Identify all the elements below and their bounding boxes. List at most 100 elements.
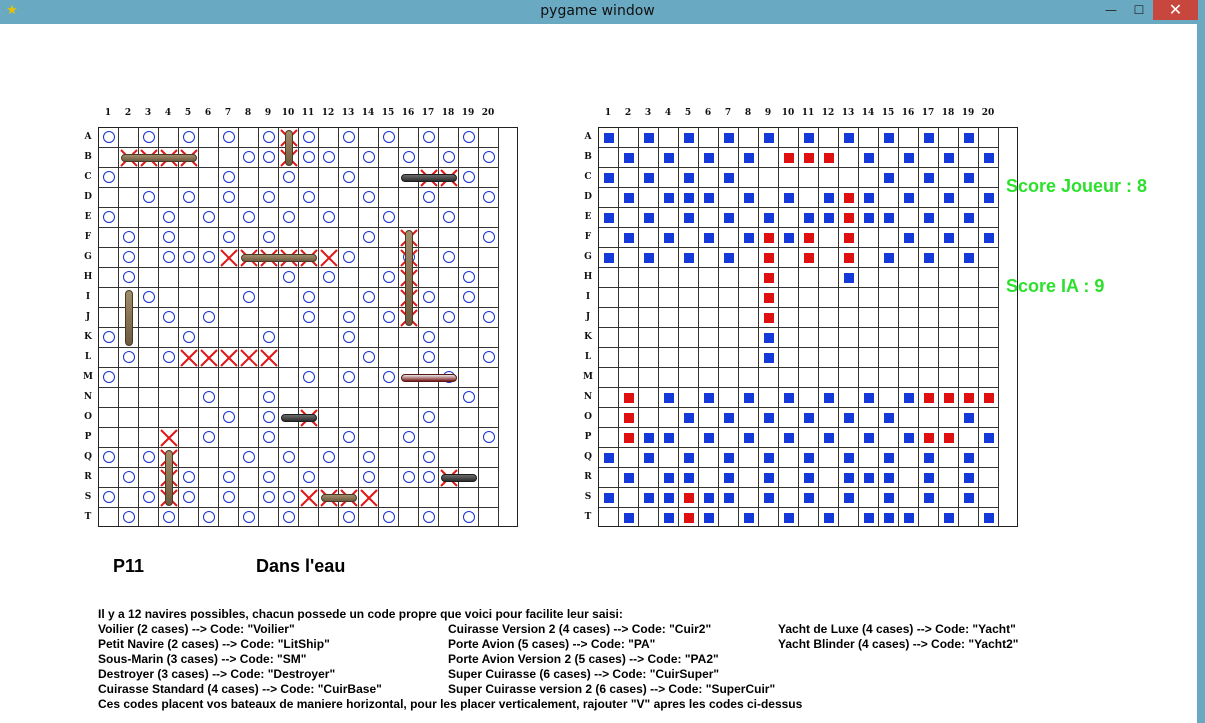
target-cell[interactable] [659,488,679,508]
target-cell[interactable] [599,148,619,168]
target-cell[interactable] [719,308,739,328]
target-cell[interactable] [979,368,999,388]
target-cell[interactable] [939,468,959,488]
target-cell[interactable] [659,328,679,348]
target-cell[interactable] [639,128,659,148]
target-cell[interactable] [779,408,799,428]
target-cell[interactable] [879,428,899,448]
target-cell[interactable] [819,128,839,148]
target-cell[interactable] [839,508,859,526]
target-cell[interactable] [839,448,859,468]
target-cell[interactable] [939,308,959,328]
target-cell[interactable] [719,148,739,168]
target-cell[interactable] [979,308,999,328]
target-cell[interactable] [719,168,739,188]
target-cell[interactable] [879,328,899,348]
target-cell[interactable] [659,148,679,168]
target-cell[interactable] [719,428,739,448]
target-cell[interactable] [619,328,639,348]
target-cell[interactable] [859,268,879,288]
target-cell[interactable] [679,188,699,208]
target-cell[interactable] [899,248,919,268]
target-cell[interactable] [619,208,639,228]
target-cell[interactable] [759,468,779,488]
target-cell[interactable] [739,168,759,188]
target-cell[interactable] [939,168,959,188]
target-cell[interactable] [619,288,639,308]
target-cell[interactable] [919,168,939,188]
target-cell[interactable] [799,348,819,368]
target-cell[interactable] [899,308,919,328]
target-cell[interactable] [659,288,679,308]
target-cell[interactable] [619,188,639,208]
target-cell[interactable] [759,188,779,208]
target-cell[interactable] [599,448,619,468]
target-cell[interactable] [819,168,839,188]
target-cell[interactable] [659,508,679,526]
target-cell[interactable] [879,368,899,388]
target-cell[interactable] [799,288,819,308]
target-cell[interactable] [619,508,639,526]
target-cell[interactable] [679,288,699,308]
target-cell[interactable] [659,428,679,448]
target-cell[interactable] [799,508,819,526]
target-cell[interactable] [719,288,739,308]
target-cell[interactable] [839,388,859,408]
target-cell[interactable] [879,128,899,148]
target-cell[interactable] [859,168,879,188]
target-cell[interactable] [619,368,639,388]
target-cell[interactable] [819,428,839,448]
target-cell[interactable] [839,368,859,388]
target-cell[interactable] [919,188,939,208]
target-cell[interactable] [979,128,999,148]
target-cell[interactable] [679,468,699,488]
target-cell[interactable] [599,428,619,448]
target-cell[interactable] [699,368,719,388]
target-cell[interactable] [939,368,959,388]
target-cell[interactable] [659,448,679,468]
target-cell[interactable] [799,428,819,448]
target-cell[interactable] [719,468,739,488]
target-cell[interactable] [899,488,919,508]
target-cell[interactable] [819,288,839,308]
target-cell[interactable] [839,248,859,268]
target-cell[interactable] [859,428,879,448]
target-cell[interactable] [819,248,839,268]
target-cell[interactable] [639,508,659,526]
maximize-button[interactable]: ☐ [1126,0,1152,20]
target-cell[interactable] [779,328,799,348]
target-cell[interactable] [599,308,619,328]
target-cell[interactable] [819,208,839,228]
target-cell[interactable] [899,148,919,168]
target-cell[interactable] [619,168,639,188]
target-cell[interactable] [959,448,979,468]
target-cell[interactable] [659,208,679,228]
target-cell[interactable] [939,188,959,208]
target-cell[interactable] [879,348,899,368]
target-cell[interactable] [859,508,879,526]
target-cell[interactable] [899,348,919,368]
target-cell[interactable] [919,308,939,328]
target-cell[interactable] [979,428,999,448]
target-cell[interactable] [819,188,839,208]
target-cell[interactable] [759,388,779,408]
target-cell[interactable] [939,268,959,288]
target-cell[interactable] [679,228,699,248]
target-cell[interactable] [979,488,999,508]
target-cell[interactable] [699,228,719,248]
target-cell[interactable] [739,288,759,308]
target-cell[interactable] [799,388,819,408]
target-cell[interactable] [659,308,679,328]
target-cell[interactable] [919,388,939,408]
target-cell[interactable] [599,228,619,248]
target-cell[interactable] [879,168,899,188]
target-cell[interactable] [819,328,839,348]
target-cell[interactable] [739,348,759,368]
target-cell[interactable] [939,128,959,148]
target-cell[interactable] [939,208,959,228]
target-cell[interactable] [779,348,799,368]
target-cell[interactable] [839,408,859,428]
target-cell[interactable] [879,208,899,228]
target-cell[interactable] [819,388,839,408]
target-cell[interactable] [879,308,899,328]
